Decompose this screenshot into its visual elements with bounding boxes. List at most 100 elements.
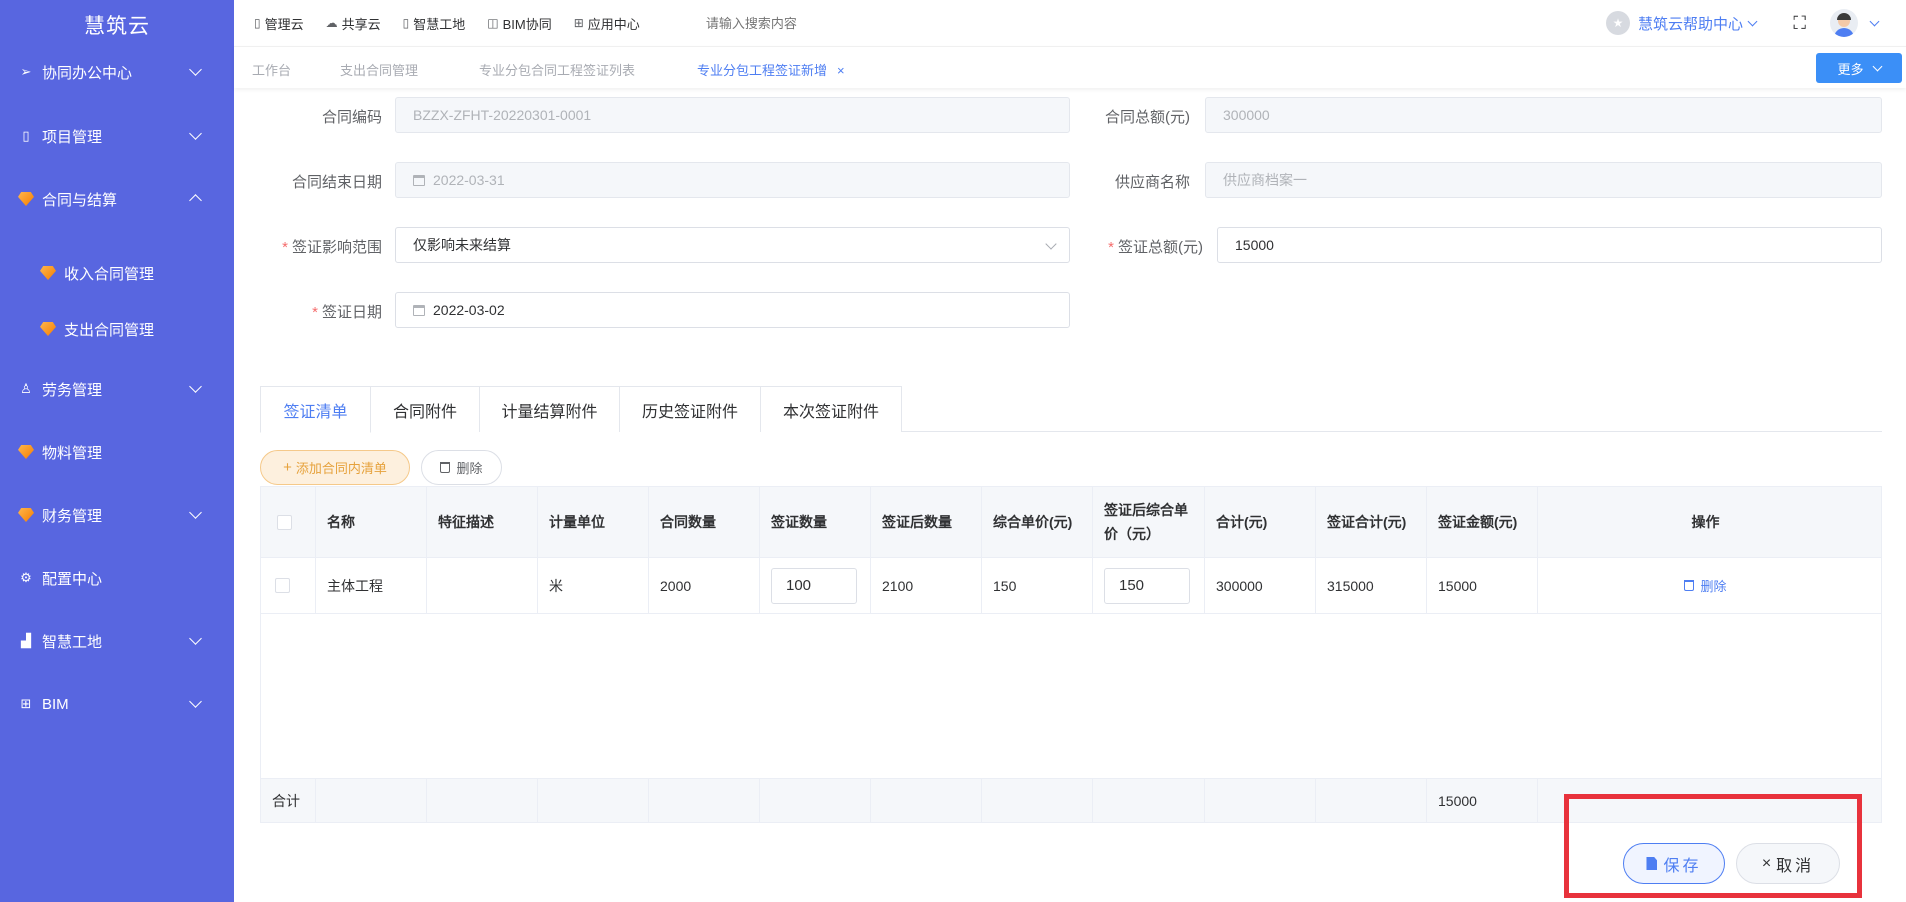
scope-select[interactable]: 仅影响未来结算: [395, 227, 1070, 263]
fullscreen-icon[interactable]: ⛶: [1793, 13, 1806, 34]
cell-after-price: 150: [1093, 558, 1205, 613]
visa-total-label: * 签证总额(元): [1108, 239, 1203, 256]
trash-icon: [440, 462, 451, 473]
brand-logo: 慧筑云: [84, 15, 150, 38]
after-price-input[interactable]: 150: [1104, 567, 1190, 604]
row-delete-link[interactable]: 删除: [1684, 576, 1727, 595]
nav-share-cloud[interactable]: ☁ 共享云: [326, 14, 381, 33]
sidebar-item-bim[interactable]: ⊞ BIM: [0, 684, 234, 724]
trash-icon: [1684, 580, 1695, 591]
nav-management-cloud[interactable]: ▯ 管理云: [254, 14, 304, 33]
col-desc: 特征描述: [427, 487, 538, 557]
more-button[interactable]: 更多: [1816, 53, 1902, 83]
top-nav: ▯ 管理云 ☁ 共享云 ▯ 智慧工地 ◫ BIM协同 ⊞ 应用中心: [254, 14, 662, 33]
sidebar-item-contract[interactable]: 合同与结算: [0, 179, 234, 219]
supplier-field: 供应商档案一: [1205, 162, 1882, 198]
cell-name: 主体工程: [316, 558, 427, 613]
tab-workbench[interactable]: 工作台: [252, 60, 291, 79]
gem-icon: [16, 192, 36, 206]
sidebar-item-material[interactable]: 物料管理: [0, 432, 234, 472]
cell-desc: [427, 558, 538, 613]
nav-bim[interactable]: ◫ BIM协同: [487, 14, 551, 33]
sidebar-item-income-contract[interactable]: 收入合同管理: [0, 253, 234, 293]
save-button[interactable]: 保存: [1623, 843, 1725, 884]
end-date-label: 合同结束日期: [291, 174, 382, 191]
chevron-down-icon: [189, 63, 202, 76]
visa-date-label: * 签证日期: [312, 304, 382, 321]
sidebar-item-label: 物料管理: [42, 444, 103, 462]
chevron-down-icon: [189, 632, 202, 645]
contract-no-field: BZZX-ZFHT-20220301-0001: [395, 97, 1070, 133]
sidebar-item-labor[interactable]: ♙ 劳务管理: [0, 369, 234, 409]
cell-total: 300000: [1205, 558, 1316, 613]
cloud-icon: ☁: [325, 16, 338, 30]
cell-visa-total: 315000: [1316, 558, 1427, 613]
chevron-down-icon: [189, 506, 202, 519]
row-checkbox[interactable]: [275, 578, 290, 593]
send-icon: ➢: [20, 64, 32, 79]
bar-chart-icon: ▟: [21, 633, 31, 648]
user-icon: ♙: [20, 381, 32, 396]
book-icon: ▯: [22, 128, 30, 143]
nav-smart-site[interactable]: ▯ 智慧工地: [403, 14, 466, 33]
tab-visa-new[interactable]: 专业分包工程签证新增 ×: [697, 60, 845, 79]
chevron-down-icon: [1747, 16, 1758, 26]
close-icon[interactable]: ×: [837, 63, 845, 78]
cell-visa-qty: 100: [760, 558, 871, 613]
cell-contract-qty: 2000: [649, 558, 760, 613]
col-visa-qty: 签证数量: [760, 487, 871, 557]
tab-history-attachments[interactable]: 历史签证附件: [620, 386, 761, 432]
book-icon: ▯: [402, 16, 410, 30]
sidebar-item-project[interactable]: ▯ 项目管理: [0, 116, 234, 156]
chevron-up-icon: [189, 194, 202, 207]
sidebar-item-finance[interactable]: 财务管理: [0, 495, 234, 535]
scope-label: * 签证影响范围: [282, 239, 382, 256]
end-date-field: 2022-03-31: [395, 162, 1070, 198]
sidebar-item-label: 项目管理: [42, 128, 103, 146]
tab-visa-list[interactable]: 专业分包合同工程签证列表: [479, 60, 635, 79]
cell-operation: 删除: [1538, 558, 1873, 613]
tab-measure-attachments[interactable]: 计量结算附件: [480, 386, 620, 432]
table-empty-area: [261, 614, 1881, 779]
contract-no-label: 合同编码: [321, 109, 382, 126]
sidebar-item-label: 合同与结算: [42, 191, 118, 209]
plus-icon: +: [283, 459, 292, 476]
grid-icon: ⊞: [20, 696, 32, 711]
gem-icon: [16, 445, 36, 459]
top-bar: ▯管理云 ☁共享云 ▯智慧工地 ◫BIM协同 ⊞应用中心 ★ 慧筑云帮助中心 ⛶: [234, 0, 1906, 46]
col-after-qty: 签证后数量: [871, 487, 982, 557]
delete-button[interactable]: 删除: [421, 450, 502, 485]
calendar-icon: [413, 174, 425, 186]
cancel-button[interactable]: × 取消: [1736, 843, 1840, 884]
visa-total-input[interactable]: 15000: [1217, 227, 1882, 263]
select-all-cell: [261, 487, 316, 557]
add-contract-item-button[interactable]: + 添加合同内清单: [260, 450, 410, 485]
help-center[interactable]: ★ 慧筑云帮助中心: [1605, 11, 1758, 35]
document-icon: [1646, 857, 1658, 870]
chevron-down-icon: [1872, 61, 1882, 71]
tab-expense-contract[interactable]: 支出合同管理: [340, 60, 418, 79]
chevron-down-icon[interactable]: [1869, 16, 1880, 27]
avatar[interactable]: [1830, 9, 1858, 37]
sidebar-item-label: 配置中心: [42, 570, 103, 588]
sidebar-item-label: 支出合同管理: [64, 321, 155, 339]
sidebar-item-collab[interactable]: ➢ 协同办公中心: [0, 52, 234, 92]
gem-icon: [38, 266, 58, 280]
tab-current-attachments[interactable]: 本次签证附件: [761, 386, 902, 432]
sidebar-item-expense-contract[interactable]: 支出合同管理: [0, 309, 234, 349]
row-select-cell: [261, 558, 316, 613]
visa-date-picker[interactable]: 2022-03-02: [395, 292, 1070, 328]
sidebar-item-smart-site[interactable]: ▟ 智慧工地: [0, 621, 234, 661]
visa-qty-input[interactable]: 100: [771, 567, 857, 604]
sidebar-item-config[interactable]: ⚙ 配置中心: [0, 558, 234, 598]
content-tabs: 签证清单 合同附件 计量结算附件 历史签证附件 本次签证附件: [260, 386, 1882, 433]
chevron-down-icon: [189, 127, 202, 140]
tab-strip: 工作台 支出合同管理 专业分包合同工程签证列表 专业分包工程签证新增 × 更多: [234, 46, 1906, 88]
tab-visa-checklist[interactable]: 签证清单: [260, 386, 371, 433]
tab-contract-attachments[interactable]: 合同附件: [371, 386, 480, 432]
nav-app-center[interactable]: ⊞ 应用中心: [574, 14, 640, 33]
col-operation: 操作: [1691, 514, 1720, 530]
search-input[interactable]: [705, 15, 906, 31]
help-icon: ★: [1605, 11, 1630, 35]
select-all-checkbox[interactable]: [277, 514, 292, 530]
